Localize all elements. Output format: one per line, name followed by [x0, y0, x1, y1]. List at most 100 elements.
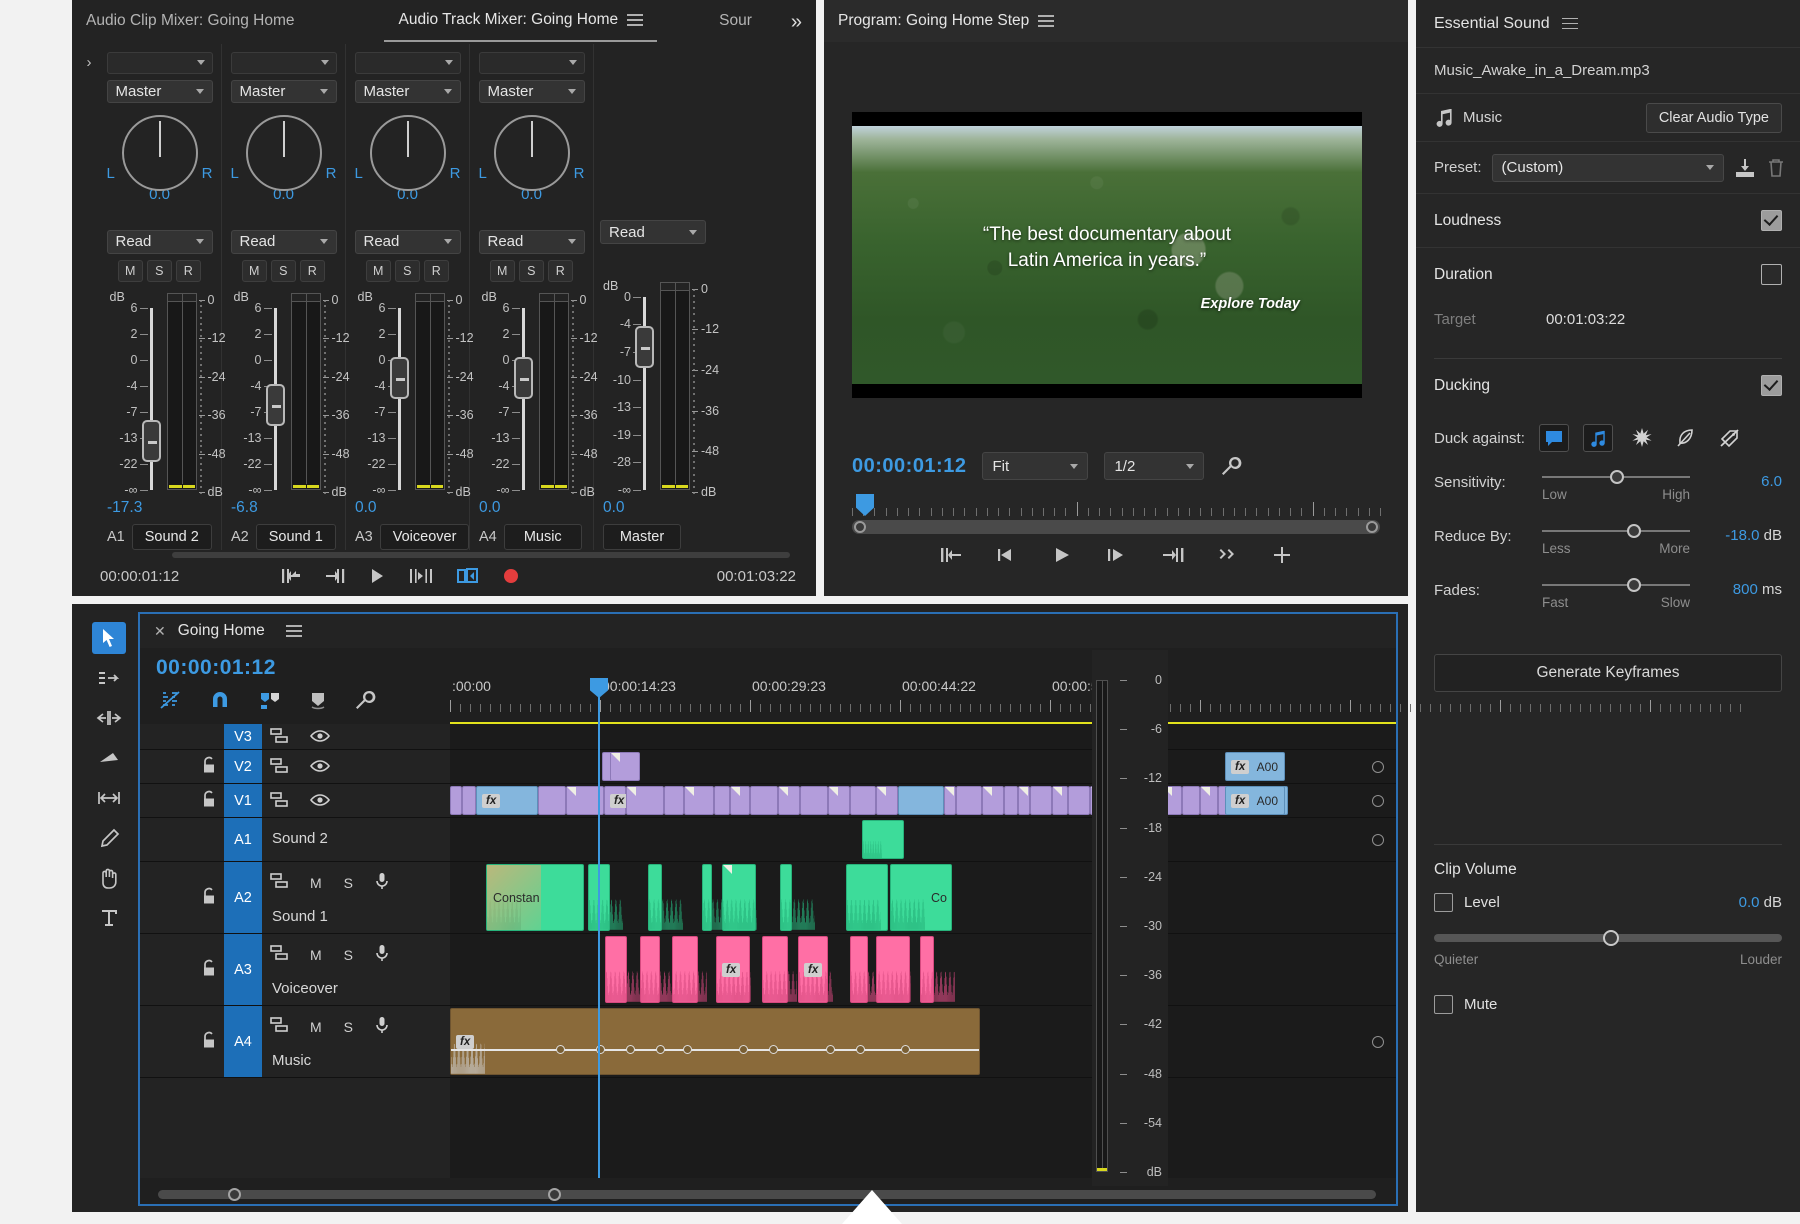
track-lane-a2[interactable]: ConstanCo: [450, 862, 1396, 934]
zoom-handle-left[interactable]: [854, 521, 866, 533]
loop-icon[interactable]: [408, 567, 434, 585]
sequence-tab[interactable]: ✕ Going Home: [140, 614, 1396, 648]
lock-icon[interactable]: [202, 887, 216, 908]
duration-section-header[interactable]: Duration: [1416, 248, 1800, 301]
timeline-clip[interactable]: fxA00: [1225, 786, 1285, 815]
output-assign-select[interactable]: Master: [231, 80, 337, 103]
track-name[interactable]: Music: [272, 1052, 311, 1069]
solo-button[interactable]: S: [271, 260, 296, 282]
step-forward-icon[interactable]: [1105, 545, 1129, 565]
lock-icon[interactable]: [202, 790, 216, 811]
hamburger-icon[interactable]: [1038, 15, 1054, 27]
pan-knob-wrap[interactable]: [490, 115, 574, 191]
track-header-a2[interactable]: A2 M S Sound 1: [140, 862, 450, 934]
meter-clip-caps[interactable]: [291, 293, 321, 302]
lock-icon[interactable]: [202, 959, 216, 980]
record-icon[interactable]: [502, 567, 520, 585]
slider-value[interactable]: 6.0: [1690, 470, 1782, 490]
timeline-clip[interactable]: [898, 786, 944, 815]
track-keyframe-button[interactable]: [1372, 795, 1384, 807]
ambience-icon[interactable]: [1671, 424, 1701, 452]
timeline-clip[interactable]: [944, 786, 956, 815]
timeline-clip[interactable]: fx: [798, 936, 828, 1003]
keyframe[interactable]: [683, 1045, 692, 1054]
timeline-clip[interactable]: [1004, 786, 1018, 815]
automation-mode-select[interactable]: Read: [231, 230, 337, 253]
volume-fader[interactable]: [142, 420, 161, 462]
zoom-level-select[interactable]: Fit: [982, 452, 1088, 480]
keyframe[interactable]: [739, 1045, 748, 1054]
ducking-checkbox[interactable]: [1761, 375, 1782, 396]
slider-track[interactable]: [1542, 524, 1690, 538]
timeline-clip[interactable]: [605, 936, 627, 1003]
sfx-icon[interactable]: [1627, 424, 1657, 452]
timeline-clip[interactable]: [956, 786, 982, 815]
timeline-clip[interactable]: [626, 786, 664, 815]
duration-checkbox[interactable]: [1761, 264, 1782, 285]
timeline-clip[interactable]: [722, 864, 756, 931]
program-timecode[interactable]: 00:00:01:12: [852, 455, 966, 478]
sync-lock-icon[interactable]: [270, 1017, 288, 1036]
track-name[interactable]: Sound 1: [272, 908, 328, 925]
timeline-clip[interactable]: fxA00: [1225, 752, 1285, 781]
pan-knob-wrap[interactable]: [118, 115, 202, 191]
timeline-clip[interactable]: [762, 936, 788, 1003]
slider-track[interactable]: [1542, 578, 1690, 592]
meter-clip-caps[interactable]: [167, 293, 197, 302]
track-name-button[interactable]: Voiceover: [380, 524, 470, 550]
linked-selection-icon[interactable]: [158, 689, 182, 711]
track-lane-v3[interactable]: [450, 724, 1396, 750]
volume-fader[interactable]: [635, 326, 654, 368]
effect-slot[interactable]: [107, 52, 213, 74]
playback-resolution-select[interactable]: 1/2: [1104, 452, 1204, 480]
track-lane-a4[interactable]: fx: [450, 1006, 1396, 1078]
wrench-icon[interactable]: [1220, 455, 1242, 477]
timeline-clip[interactable]: [538, 786, 566, 815]
gain-value[interactable]: 0.0: [470, 499, 501, 517]
slider-control[interactable]: LowHigh: [1542, 470, 1690, 502]
effect-slot[interactable]: [479, 52, 585, 74]
timeline-clip[interactable]: [1200, 786, 1218, 815]
mute-button[interactable]: M: [242, 260, 267, 282]
timeline-clip[interactable]: [800, 786, 828, 815]
timeline-clip[interactable]: [714, 786, 730, 815]
step-back-icon[interactable]: [995, 545, 1019, 565]
selection-tool[interactable]: [92, 622, 126, 654]
scroll-handle-left[interactable]: [228, 1188, 241, 1201]
keyframe[interactable]: [856, 1045, 865, 1054]
track-name-button[interactable]: Music: [504, 524, 582, 550]
hand-tool[interactable]: [92, 862, 126, 894]
lock-icon[interactable]: [202, 756, 216, 777]
gain-value[interactable]: 0.0: [594, 499, 625, 517]
go-to-out-icon[interactable]: [1161, 545, 1185, 565]
close-icon[interactable]: ✕: [154, 623, 166, 640]
track-number-badge[interactable]: V1: [224, 784, 262, 817]
type-tool[interactable]: [92, 902, 126, 934]
hamburger-icon[interactable]: [627, 14, 643, 26]
track-name[interactable]: Sound 2: [272, 830, 328, 847]
ducking-section-header[interactable]: Ducking: [1416, 359, 1800, 412]
track-name-button[interactable]: Sound 1: [256, 524, 336, 550]
track-header-v2[interactable]: V2: [140, 750, 450, 784]
timeline-clip[interactable]: [750, 786, 778, 815]
track-header-a4[interactable]: A4 M S Music: [140, 1006, 450, 1078]
fader-rail[interactable]: [150, 308, 153, 491]
output-assign-select[interactable]: Master: [479, 80, 585, 103]
effect-slot[interactable]: [355, 52, 461, 74]
play-icon[interactable]: [368, 567, 386, 585]
track-lane-a1[interactable]: [450, 818, 1396, 862]
record-arm-button[interactable]: R: [176, 260, 201, 282]
pen-tool[interactable]: [92, 822, 126, 854]
fx-badge[interactable]: fx: [722, 963, 740, 977]
punch-in-icon[interactable]: [456, 567, 480, 585]
pan-knob-wrap[interactable]: [366, 115, 450, 191]
keyframe[interactable]: [656, 1045, 665, 1054]
fx-badge[interactable]: fx: [1231, 760, 1249, 774]
more-icon[interactable]: [1217, 545, 1239, 565]
track-header-v3[interactable]: V3: [140, 724, 450, 750]
timeline-clip[interactable]: [450, 786, 462, 815]
keyframe[interactable]: [556, 1045, 565, 1054]
dialogue-icon[interactable]: [1539, 424, 1569, 452]
tab-source-monitor[interactable]: Sour: [705, 0, 766, 42]
timeline-clip[interactable]: [610, 752, 640, 781]
